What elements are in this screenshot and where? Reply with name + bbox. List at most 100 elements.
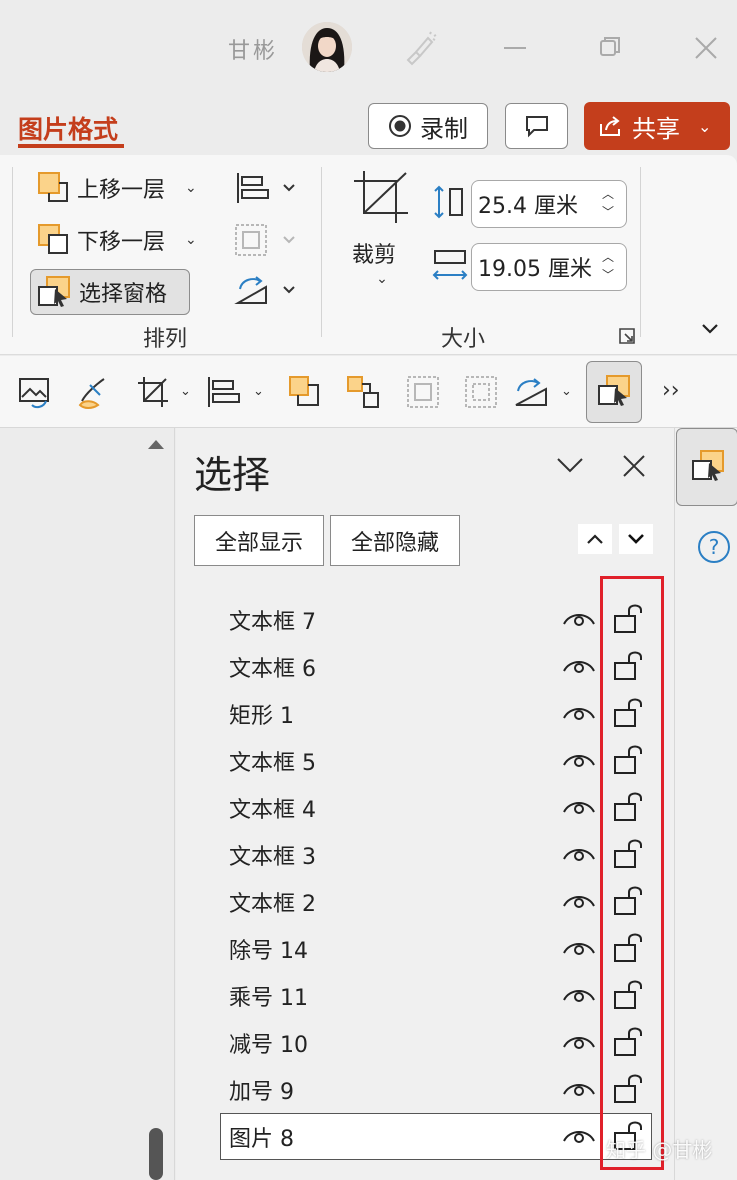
chevron-down-icon: ⌄ bbox=[376, 271, 388, 287]
group-button bbox=[234, 223, 295, 257]
scrollbar-thumb[interactable] bbox=[149, 1128, 163, 1180]
bring-forward-icon bbox=[37, 171, 71, 205]
arrange-group-label: 排列 bbox=[143, 327, 188, 352]
chevron-down-icon[interactable]: ⌄ bbox=[253, 384, 264, 399]
ribbon: 上移一层 ⌄ 下移一层 ⌄ 选择窗格 排列 裁剪 ⌄ 25.4 厘米 ︿ ﹀ 1… bbox=[0, 155, 737, 355]
send-backward-icon bbox=[37, 223, 71, 257]
send-backward-button[interactable]: 下移一层 ⌄ bbox=[37, 223, 197, 257]
eye-icon[interactable] bbox=[562, 1079, 596, 1101]
bring-forward-icon[interactable] bbox=[288, 375, 322, 409]
list-item-label: 除号 14 bbox=[229, 939, 308, 964]
list-item-label: 乘号 11 bbox=[229, 986, 308, 1011]
share-label: 共享 bbox=[632, 114, 680, 143]
align-button[interactable] bbox=[234, 171, 295, 205]
restore-icon[interactable] bbox=[596, 32, 626, 62]
eye-icon[interactable] bbox=[562, 938, 596, 960]
list-item-label: 文本框 3 bbox=[229, 845, 316, 870]
dialog-launcher-icon[interactable] bbox=[618, 327, 636, 345]
comment-button[interactable] bbox=[505, 103, 568, 149]
chevron-down-icon: ⌄ bbox=[185, 180, 197, 196]
width-input[interactable]: 19.05 厘米 ︿ ﹀ bbox=[471, 243, 627, 291]
bring-forward-order-button[interactable] bbox=[578, 524, 612, 554]
list-item-label: 文本框 4 bbox=[229, 798, 316, 823]
divider bbox=[321, 167, 322, 337]
record-label: 录制 bbox=[420, 114, 468, 143]
rotate-icon[interactable] bbox=[514, 375, 548, 409]
watermark: 知乎 @甘彬 bbox=[606, 1138, 713, 1162]
eye-icon[interactable] bbox=[562, 750, 596, 772]
spin-arrows[interactable]: ︿ ﹀ bbox=[602, 185, 614, 221]
list-item-label: 文本框 7 bbox=[229, 610, 316, 635]
divider bbox=[12, 167, 13, 337]
size-group-label: 大小 bbox=[441, 327, 486, 352]
height-input[interactable]: 25.4 厘米 ︿ ﹀ bbox=[471, 180, 627, 228]
align-icon[interactable] bbox=[206, 375, 240, 409]
share-button[interactable]: 共享 ⌄ bbox=[584, 102, 730, 150]
highlight-box bbox=[600, 576, 664, 1170]
tab-picture-format[interactable]: 图片格式 bbox=[18, 110, 118, 146]
list-item-label: 加号 9 bbox=[229, 1080, 294, 1105]
svg-text:?: ? bbox=[709, 535, 720, 559]
list-item-label: 文本框 2 bbox=[229, 892, 316, 917]
spin-arrows[interactable]: ︿ ﹀ bbox=[602, 248, 614, 284]
eye-icon[interactable] bbox=[562, 1032, 596, 1054]
collapse-ribbon-icon[interactable] bbox=[700, 321, 720, 337]
crop-button[interactable]: 裁剪 ⌄ bbox=[352, 169, 412, 287]
title-bar: 甘彬 bbox=[0, 0, 737, 98]
quick-access-toolbar: ⌄ ⌄ ⌄ ›› bbox=[0, 356, 737, 428]
send-backward-icon[interactable] bbox=[346, 375, 380, 409]
eye-icon[interactable] bbox=[562, 891, 596, 913]
divider bbox=[640, 167, 641, 337]
list-item-label: 减号 10 bbox=[229, 1033, 308, 1058]
chevron-down-icon[interactable]: ⌄ bbox=[561, 384, 572, 399]
pane-title: 选择 bbox=[194, 453, 271, 497]
artistic-effects-icon[interactable] bbox=[76, 375, 110, 409]
minimize-icon[interactable] bbox=[500, 32, 530, 62]
list-item-label: 图片 8 bbox=[229, 1127, 294, 1152]
user-name: 甘彬 bbox=[228, 39, 279, 64]
more-icon[interactable]: ›› bbox=[662, 378, 680, 403]
bring-forward-label: 上移一层 bbox=[77, 178, 166, 203]
eye-icon[interactable] bbox=[562, 985, 596, 1007]
slide-thumbnails-pane bbox=[0, 428, 175, 1180]
close-icon[interactable] bbox=[692, 32, 722, 62]
send-backward-order-button[interactable] bbox=[619, 524, 653, 554]
crop-icon[interactable] bbox=[136, 375, 170, 409]
chevron-down-icon: ⌄ bbox=[185, 232, 197, 248]
close-icon[interactable] bbox=[622, 454, 646, 478]
avatar[interactable] bbox=[302, 22, 352, 72]
pane-options-icon[interactable] bbox=[556, 456, 584, 474]
width-icon bbox=[432, 249, 468, 283]
record-icon bbox=[388, 114, 412, 138]
share-icon bbox=[598, 114, 624, 138]
tab-underline bbox=[18, 144, 124, 148]
bring-forward-button[interactable]: 上移一层 ⌄ bbox=[37, 171, 197, 205]
chevron-down-icon[interactable]: ⌄ bbox=[180, 384, 191, 399]
eye-icon[interactable] bbox=[562, 844, 596, 866]
comment-icon bbox=[524, 114, 550, 138]
width-value: 19.05 厘米 bbox=[478, 257, 592, 282]
eye-icon[interactable] bbox=[562, 609, 596, 631]
height-icon bbox=[432, 185, 466, 219]
selection-pane-tab[interactable] bbox=[676, 428, 737, 506]
list-item-label: 矩形 1 bbox=[229, 704, 294, 729]
show-all-button[interactable]: 全部显示 bbox=[194, 515, 324, 566]
crop-label: 裁剪 bbox=[352, 243, 397, 268]
selection-pane-toggle[interactable] bbox=[586, 361, 642, 423]
list-item-label: 文本框 5 bbox=[229, 751, 316, 776]
rotate-button[interactable] bbox=[234, 273, 295, 307]
list-item-label: 文本框 6 bbox=[229, 657, 316, 682]
eye-icon[interactable] bbox=[562, 1126, 596, 1148]
scroll-up-icon[interactable] bbox=[147, 438, 165, 450]
help-icon[interactable]: ? bbox=[697, 530, 731, 564]
change-picture-icon[interactable] bbox=[18, 375, 52, 409]
record-button[interactable]: 录制 bbox=[368, 103, 488, 149]
chevron-down-icon: ⌄ bbox=[698, 116, 712, 136]
brush-icon[interactable] bbox=[402, 30, 438, 66]
eye-icon[interactable] bbox=[562, 656, 596, 678]
eye-icon[interactable] bbox=[562, 797, 596, 819]
group-icon bbox=[406, 375, 440, 409]
selection-pane-button[interactable]: 选择窗格 bbox=[30, 269, 190, 315]
eye-icon[interactable] bbox=[562, 703, 596, 725]
hide-all-button[interactable]: 全部隐藏 bbox=[330, 515, 460, 566]
